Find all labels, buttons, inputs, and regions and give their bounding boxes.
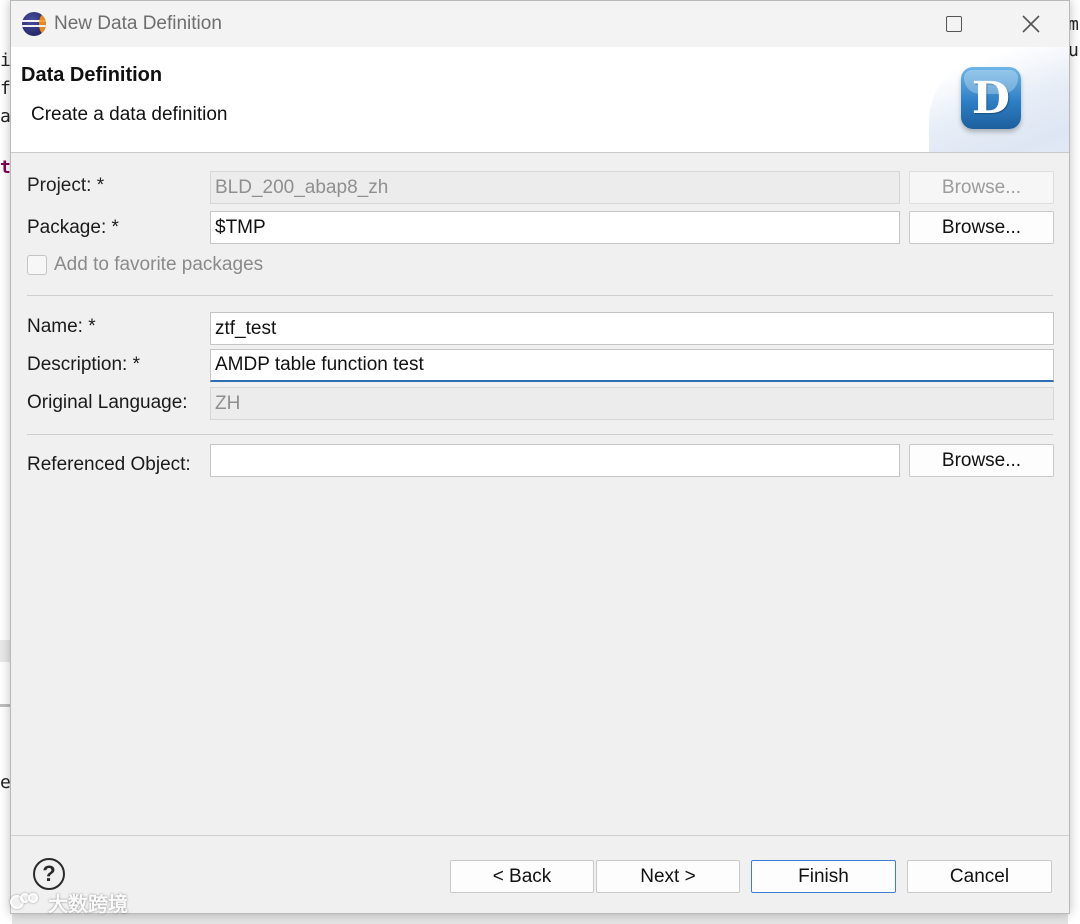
project-field[interactable]: BLD_200_abap8_zh — [210, 171, 900, 204]
description-field[interactable]: AMDP table function test — [210, 349, 1054, 382]
maximize-button[interactable] — [919, 1, 989, 47]
project-browse-button[interactable]: Browse... — [909, 171, 1054, 204]
add-to-favorites-checkbox[interactable] — [27, 255, 47, 275]
project-label: Project: * — [27, 175, 104, 197]
original-language-label: Original Language: — [27, 392, 188, 414]
finish-button[interactable]: Finish — [751, 860, 896, 893]
wizard-banner: Data Definition Create a data definition… — [11, 47, 1069, 153]
logo-letter: D — [971, 72, 1011, 124]
title-bar: New Data Definition — [11, 1, 1069, 47]
name-label: Name: * — [27, 316, 96, 338]
maximize-icon — [946, 16, 962, 32]
browse-label: Browse... — [941, 216, 1022, 238]
package-field[interactable]: $TMP — [210, 211, 900, 244]
description-label: Description: * — [27, 354, 140, 376]
help-icon: ? — [42, 861, 56, 886]
project-value: BLD_200_abap8_zh — [215, 176, 389, 198]
back-button[interactable]: < Back — [450, 860, 594, 893]
description-label-text: Description: * — [27, 354, 140, 375]
original-language-value: ZH — [215, 392, 241, 414]
name-label-text: Name: * — [27, 316, 96, 337]
back-label: < Back — [492, 865, 552, 887]
watermark-logo-icon — [8, 891, 44, 915]
new-data-definition-dialog: New Data Definition Data Definition Crea… — [10, 0, 1070, 914]
window-title: New Data Definition — [54, 13, 222, 34]
watermark: 大数跨境 — [8, 888, 128, 917]
description-value: AMDP table function test — [215, 354, 424, 375]
close-button[interactable] — [996, 1, 1066, 47]
eclipse-icon — [22, 12, 46, 36]
next-button[interactable]: Next > — [596, 860, 740, 893]
name-field[interactable]: ztf_test — [210, 312, 1054, 345]
browse-label: Browse... — [941, 449, 1022, 471]
watermark-text: 大数跨境 — [48, 894, 128, 916]
referenced-object-field[interactable] — [210, 444, 900, 477]
cancel-button[interactable]: Cancel — [907, 860, 1052, 893]
add-to-favorites-label: Add to favorite packages — [54, 254, 264, 275]
divider — [27, 434, 1053, 435]
cancel-label: Cancel — [949, 865, 1010, 887]
divider — [27, 295, 1053, 296]
original-language-label-text: Original Language: — [27, 392, 188, 413]
package-label: Package: * — [27, 217, 119, 239]
name-value: ztf_test — [215, 317, 277, 339]
add-to-favorites-row[interactable]: Add to favorite packages — [27, 254, 263, 276]
help-button[interactable]: ? — [33, 858, 65, 890]
finish-label: Finish — [798, 865, 849, 887]
close-icon — [1022, 15, 1040, 33]
package-label-text: Package: * — [27, 217, 119, 238]
page-title: Data Definition — [21, 64, 163, 86]
package-browse-button[interactable]: Browse... — [909, 211, 1054, 244]
browse-label: Browse... — [941, 176, 1022, 198]
project-label-text: Project: * — [27, 175, 105, 196]
next-label: Next > — [640, 865, 696, 887]
original-language-field[interactable]: ZH — [210, 387, 1054, 420]
referenced-object-browse-button[interactable]: Browse... — [909, 444, 1054, 477]
referenced-object-label-text: Referenced Object: — [27, 454, 191, 475]
page-description: Create a data definition — [31, 104, 228, 125]
package-value: $TMP — [215, 216, 266, 238]
data-definition-logo-icon: D — [961, 67, 1021, 129]
referenced-object-label: Referenced Object: — [27, 454, 191, 476]
footer-divider — [11, 835, 1069, 836]
